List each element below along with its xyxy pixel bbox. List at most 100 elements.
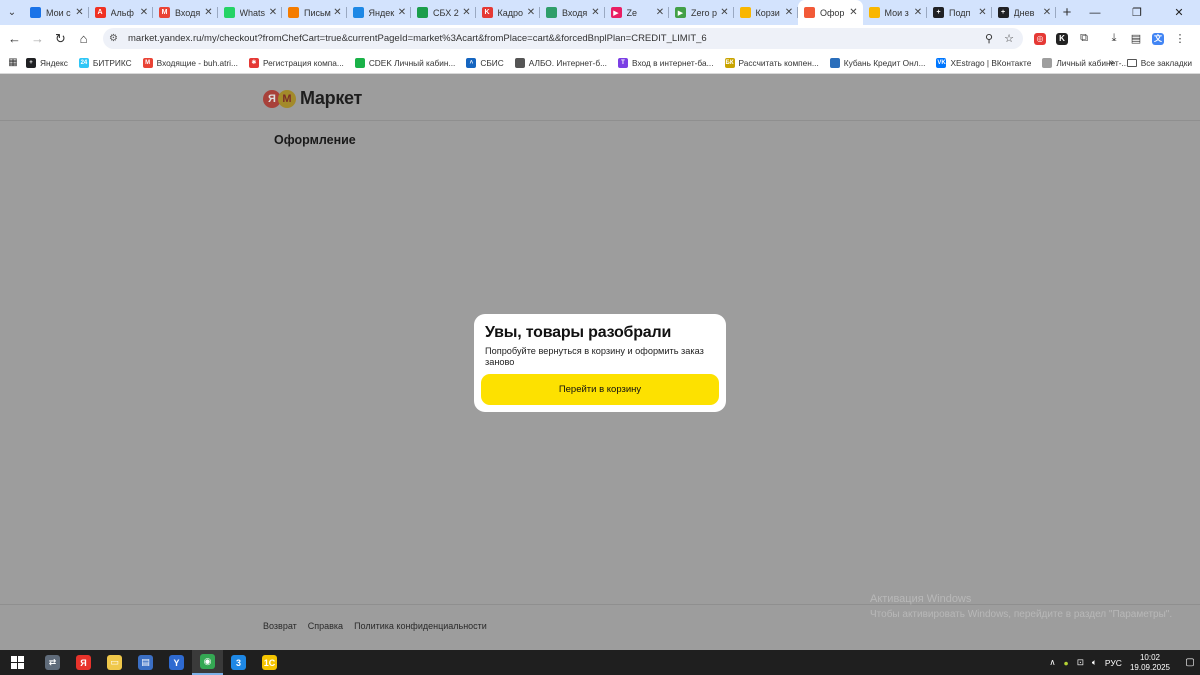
taskbar-app[interactable]: 3 — [223, 650, 254, 675]
tray-chevron-icon[interactable]: ∧ — [1049, 657, 1055, 668]
browser-tab[interactable]: + Днев ✕ — [992, 0, 1056, 25]
bookmarks-side-icon[interactable]: ▤ — [1125, 28, 1147, 50]
tab-label: Whats — [239, 7, 266, 18]
back-arrow-icon[interactable]: ← — [3, 27, 26, 50]
yandex-disk-icon — [352, 7, 364, 18]
tab-close-icon[interactable]: ✕ — [1040, 7, 1054, 18]
translate-icon[interactable]: 文 — [1147, 28, 1169, 50]
browser-tab[interactable]: СБХ 2 ✕ — [411, 0, 476, 25]
bookmark-item[interactable]: M Входящие - buh.atri... — [142, 57, 238, 68]
bookmark-item[interactable]: АЛБО. Интернет-б... — [514, 57, 607, 68]
taskbar-app[interactable]: ▭ — [99, 650, 130, 675]
browser-tab[interactable]: Мои с ✕ — [24, 0, 89, 25]
tab-close-icon[interactable]: ✕ — [976, 7, 990, 18]
speaker-icon[interactable]: 🔈︎ — [1092, 657, 1097, 668]
tab-close-icon[interactable]: ✕ — [137, 7, 151, 18]
tab-close-icon[interactable]: ✕ — [718, 7, 732, 18]
address-bar[interactable]: ⚙ market.yandex.ru/my/checkout?fromChefC… — [103, 28, 1023, 49]
language-indicator[interactable]: РУС — [1105, 658, 1122, 668]
bookmark-item[interactable]: 24 БИТРИКС — [78, 57, 132, 68]
download-icon[interactable]: ⤓ — [1103, 28, 1125, 50]
all-bookmarks-button[interactable]: Все закладки — [1126, 58, 1192, 68]
tab-close-icon[interactable]: ✕ — [266, 7, 280, 18]
extensions-puzzle-icon[interactable]: ⧉ — [1073, 28, 1095, 50]
browser-tab[interactable]: M Входя ✕ — [153, 0, 218, 25]
browser-tab[interactable]: ▶ Ze ✕ — [605, 0, 669, 25]
tab-close-icon[interactable]: ✕ — [653, 7, 667, 18]
url-text[interactable]: market.yandex.ru/my/checkout?fromChefCar… — [128, 33, 981, 44]
taskbar-app[interactable]: 1С — [254, 650, 285, 675]
bookmark-label: Вход в интернет-ба... — [632, 57, 714, 68]
apps-grid-icon[interactable]: ▦ — [0, 57, 26, 68]
tab-close-icon[interactable]: ✕ — [395, 7, 409, 18]
browser-tab[interactable]: Офор ✕ — [798, 0, 863, 25]
tab-close-icon[interactable]: ✕ — [202, 7, 216, 18]
windows-taskbar: ⇄ Я ▭ ▤ Y ◉ 3 1С ∧ ● ⊡ 🔈︎ РУС 10:02 19.09.2025 … — [0, 650, 1200, 675]
taskbar-app[interactable]: ◉ — [192, 650, 223, 675]
forward-arrow-icon[interactable]: → — [26, 27, 49, 50]
browser-tab[interactable]: Whats ✕ — [218, 0, 282, 25]
bookmark-item[interactable]: CDEK Личный кабин... — [354, 57, 455, 68]
browser-menu-icon[interactable]: ⋮ — [1169, 28, 1191, 50]
close-window-icon[interactable]: ✕ — [1158, 0, 1200, 25]
clock[interactable]: 10:02 19.09.2025 — [1130, 653, 1170, 673]
browser-tab[interactable]: Входя ✕ — [540, 0, 605, 25]
restore-icon[interactable]: ❐ — [1116, 0, 1158, 25]
tab-close-icon[interactable]: ✕ — [847, 7, 861, 18]
tab-search-menu-button[interactable]: ⌄ — [0, 0, 24, 25]
tab-label: Входя — [175, 7, 201, 18]
reload-icon[interactable]: ↻ — [49, 27, 72, 50]
bookmark-item[interactable]: ✱ Регистрация компа... — [248, 57, 344, 68]
network-tray-icon[interactable]: ⊡ — [1077, 657, 1084, 668]
minimize-icon[interactable]: — — [1074, 0, 1116, 25]
bookmark-item[interactable]: ˄ СБИС — [466, 57, 504, 68]
tab-label: Альф — [110, 7, 134, 18]
tab-close-icon[interactable]: ✕ — [331, 7, 345, 18]
site-info-icon[interactable]: ⚙ — [109, 33, 125, 44]
browser-tab[interactable]: Письм ✕ — [282, 0, 347, 25]
tab-close-icon[interactable]: ✕ — [589, 7, 603, 18]
doc-icon — [546, 7, 557, 18]
tab-close-icon[interactable]: ✕ — [460, 7, 474, 18]
tab-close-icon[interactable]: ✕ — [73, 7, 87, 18]
browser-tab[interactable]: Яндек ✕ — [347, 0, 411, 25]
zoom-search-icon[interactable]: ⚲ — [981, 32, 997, 45]
footer-link[interactable]: Политика конфиденциальности — [354, 621, 487, 631]
more-bookmarks-chevron-icon[interactable]: » — [1108, 57, 1114, 68]
browser-tab[interactable]: + Подп ✕ — [927, 0, 992, 25]
browser-tab[interactable]: ▶ Zero p ✕ — [669, 0, 734, 25]
taskbar-app[interactable]: Y — [161, 650, 192, 675]
home-icon[interactable]: ⌂ — [72, 27, 95, 50]
extension-k-icon[interactable]: K — [1051, 28, 1073, 50]
taskbar-app[interactable]: ⇄ — [37, 650, 68, 675]
taskbar-app[interactable]: Я — [68, 650, 99, 675]
footer-link[interactable]: Возврат — [263, 621, 297, 631]
bookmark-item[interactable]: Личный кабинет-... — [1042, 57, 1128, 68]
tray-app-icon[interactable]: ● — [1064, 658, 1069, 668]
browser-tab[interactable]: A Альф ✕ — [89, 0, 153, 25]
yandex-market-logo[interactable]: Я М Маркет — [263, 88, 362, 109]
bookmark-star-icon[interactable]: ☆ — [1001, 32, 1017, 45]
bookmark-item[interactable]: + Яндекс — [26, 57, 68, 68]
browser-tab[interactable]: Корзи ✕ — [734, 0, 798, 25]
go-to-cart-button[interactable]: Перейти в корзину — [481, 374, 719, 405]
bookmark-favicon-icon: ✱ — [248, 57, 259, 68]
extension-red-icon[interactable]: ◎ — [1029, 28, 1051, 50]
tab-close-icon[interactable]: ✕ — [782, 7, 796, 18]
browser-tab[interactable]: K Кадро ✕ — [476, 0, 540, 25]
footer-link[interactable]: Справка — [308, 621, 343, 631]
tab-label: Мои з — [884, 7, 909, 18]
browser-tab[interactable]: Мои з ✕ — [863, 0, 927, 25]
start-button[interactable] — [2, 650, 33, 675]
taskbar-app[interactable]: ▤ — [130, 650, 161, 675]
bookmark-item[interactable]: T Вход в интернет-ба... — [618, 57, 714, 68]
footer-links: Возврат Справка Политика конфиденциальност… — [263, 621, 487, 631]
tab-close-icon[interactable]: ✕ — [524, 7, 538, 18]
bookmark-favicon-icon: 24 — [78, 57, 89, 68]
tab-label: Мои с — [46, 7, 71, 18]
bookmark-item[interactable]: VK XEstrago | ВКонтакте — [936, 57, 1031, 68]
bookmark-item[interactable]: БК Рассчитать компен... — [724, 57, 819, 68]
notification-icon[interactable]: ▢ — [1180, 657, 1200, 668]
bookmark-item[interactable]: Кубань Кредит Онл... — [829, 57, 925, 68]
tab-close-icon[interactable]: ✕ — [911, 7, 925, 18]
